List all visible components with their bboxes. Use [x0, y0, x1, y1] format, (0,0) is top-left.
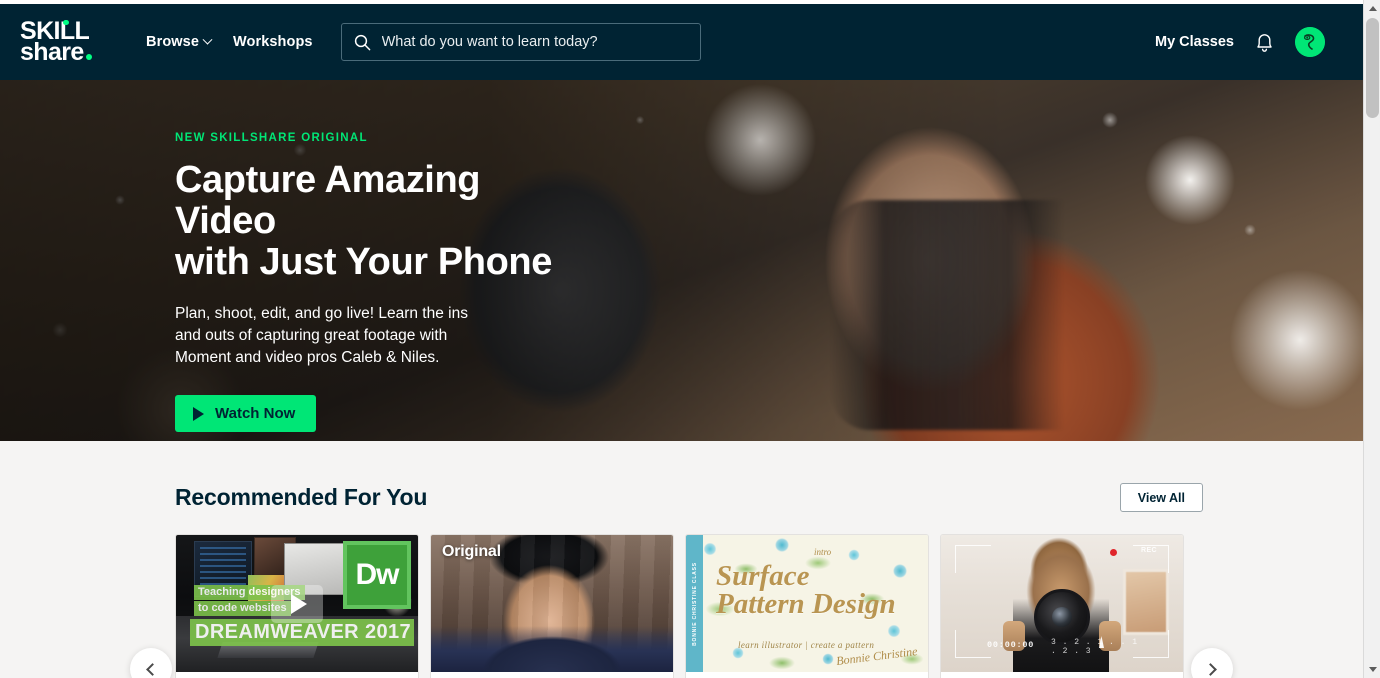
chevron-right-icon — [1204, 662, 1217, 676]
hero-banner: NEW SKILLSHARE ORIGINAL Capture Amazing … — [0, 80, 1363, 441]
search-bar[interactable] — [340, 23, 701, 61]
course-thumbnail: REC 00:00:00 3 . 2 . 1 . . 1 . 2 . 3 — [941, 535, 1183, 672]
thumb-spine-band: BONNIE CHRISTINE CLASS — [686, 535, 703, 672]
thumb-camera-lens — [1034, 589, 1090, 645]
play-icon — [291, 593, 307, 614]
logo-period-icon — [85, 54, 92, 60]
course-thumbnail: Dw Teaching designers to code websites D… — [176, 535, 418, 672]
exposure-meter-scale: 3 . 2 . 1 . . 1 . 2 . 3 — [1051, 638, 1139, 656]
hero-title: Capture Amazing Video with Just Your Pho… — [175, 159, 575, 284]
search-icon — [354, 34, 370, 50]
timecode-readout: 00:00:00 — [987, 640, 1035, 650]
header-right: My Classes — [1155, 27, 1345, 57]
course-card-surface-pattern-design[interactable]: BONNIE CHRISTINE CLASS intro Surface Pat… — [685, 534, 929, 678]
thumb-subject-shirt — [431, 626, 673, 672]
recommended-card-rail: Dw Teaching designers to code websites D… — [175, 534, 1363, 678]
nav-item-browse[interactable]: Browse — [146, 34, 213, 50]
scroll-up-button[interactable] — [1364, 0, 1380, 17]
thumb-headline: DREAMWEAVER 2017 — [190, 619, 414, 646]
watch-now-label: Watch Now — [215, 405, 296, 423]
recommended-title: Recommended For You — [175, 484, 428, 510]
thumb-lens-glass — [1052, 607, 1072, 627]
bell-icon[interactable] — [1254, 31, 1275, 54]
nav-item-workshops[interactable]: Workshops — [233, 34, 313, 50]
scrollbar-thumb[interactable] — [1366, 18, 1379, 118]
thumb-intro-word: intro — [814, 547, 832, 557]
scroll-down-button[interactable] — [1364, 661, 1380, 678]
site-header: SKILL share Browse Workshops What do you… — [0, 4, 1363, 80]
course-card-body — [941, 672, 1183, 678]
scroll-down-arrow-icon — [1368, 667, 1377, 672]
my-classes-link[interactable]: My Classes — [1155, 34, 1234, 50]
course-thumbnail: Original — [431, 535, 673, 672]
viewfinder-corner-bl-icon — [955, 630, 991, 658]
viewfinder-corner-tl-icon — [955, 545, 991, 573]
recommended-section: Recommended For You View All Dw Teaching… — [0, 441, 1363, 678]
hero-eyebrow: NEW SKILLSHARE ORIGINAL — [175, 132, 368, 144]
nav-label-browse: Browse — [146, 34, 199, 50]
user-avatar[interactable] — [1295, 27, 1325, 57]
thumb-intro-label: intro — [814, 547, 831, 557]
thumb-title: Surface Pattern Design — [716, 562, 896, 620]
course-card-body — [686, 672, 928, 678]
nav-label-workshops: Workshops — [232, 34, 313, 50]
record-indicator-icon — [1110, 549, 1117, 556]
course-card-body — [431, 672, 673, 678]
hero-title-line-1: Capture Amazing Video — [175, 159, 481, 243]
browser-viewport: SKILL share Browse Workshops What do you… — [0, 0, 1380, 678]
thumb-wall-frame — [1123, 569, 1169, 635]
hero-content: NEW SKILLSHARE ORIGINAL Capture Amazing … — [175, 132, 715, 433]
play-overlay-button[interactable] — [271, 584, 323, 623]
recommended-header: Recommended For You View All — [175, 483, 1203, 512]
course-card-original[interactable]: Original — [430, 534, 674, 678]
chevron-left-icon — [146, 662, 159, 676]
thumb-subtitle: learn illustrator | create a pattern — [738, 640, 875, 650]
course-card-body — [176, 672, 418, 678]
original-badge: Original — [442, 543, 501, 560]
search-input[interactable] — [381, 34, 688, 50]
course-thumbnail: BONNIE CHRISTINE CLASS intro Surface Pat… — [686, 535, 928, 672]
logo-line-2: share — [20, 40, 116, 65]
course-card-dreamweaver[interactable]: Dw Teaching designers to code websites D… — [175, 534, 419, 678]
dreamweaver-app-icon: Dw — [343, 541, 411, 609]
thumb-spine-label: BONNIE CHRISTINE CLASS — [691, 561, 698, 646]
watch-now-button[interactable]: Watch Now — [175, 395, 317, 433]
logo-dot-icon — [63, 19, 69, 25]
record-label: REC — [1141, 547, 1157, 554]
hero-title-line-2: with Just Your Phone — [175, 241, 552, 284]
page-content: SKILL share Browse Workshops What do you… — [0, 4, 1363, 678]
skillshare-logo[interactable]: SKILL share — [20, 18, 116, 65]
vertical-scrollbar[interactable] — [1363, 0, 1380, 678]
course-card-photography[interactable]: REC 00:00:00 3 . 2 . 1 . . 1 . 2 . 3 — [940, 534, 1184, 678]
avatar-glyph-icon — [1295, 27, 1325, 57]
exposure-meter: 3 . 2 . 1 . . 1 . 2 . 3 — [1051, 636, 1147, 656]
main-nav: Browse Workshops — [146, 34, 313, 50]
view-all-button[interactable]: View All — [1119, 483, 1203, 512]
hero-subtitle: Plan, shoot, edit, and go live! Learn th… — [175, 305, 468, 367]
scroll-up-arrow-icon — [1368, 6, 1377, 11]
thumb-title-line-2: Pattern Design — [716, 587, 896, 620]
chevron-down-icon — [202, 34, 213, 45]
play-icon — [193, 406, 204, 421]
